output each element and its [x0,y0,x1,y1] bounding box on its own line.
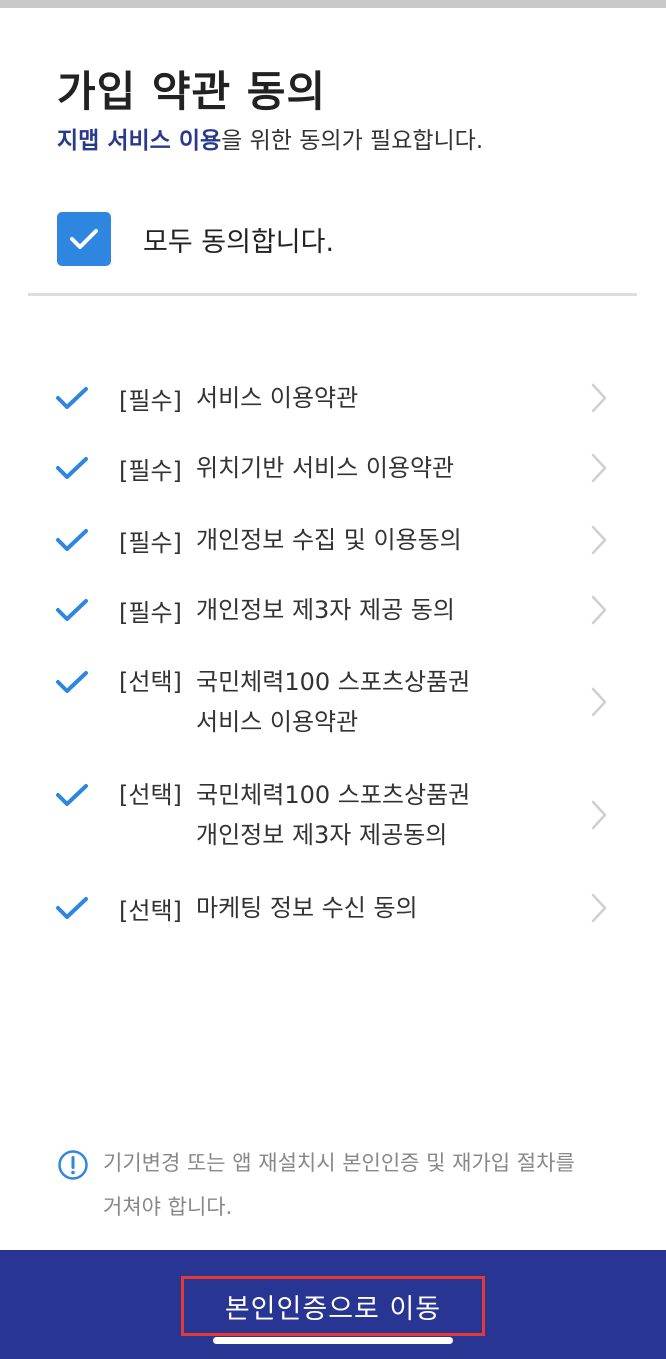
term-name: 마케팅 정보 수신 동의 [196,894,418,922]
chevron-right-icon [591,383,607,413]
page-subtitle: 지맵 서비스 이용을 위한 동의가 필요합니다. [57,121,483,155]
check-icon [55,598,89,622]
check-icon [55,456,89,480]
term-item-location[interactable]: [필수] 위치기반 서비스 이용약관 [55,448,615,488]
bottom-action-bar: 본인인증으로 이동 [0,1250,666,1359]
term-name: 위치기반 서비스 이용약관 [196,454,455,482]
divider [28,293,637,296]
term-tag: [필수] [119,456,182,485]
notice: 기기변경 또는 앱 재설치시 본인인증 및 재가입 절차를 거쳐야 합니다. [57,1141,597,1229]
check-icon [55,896,89,920]
term-item-marketing[interactable]: [선택] 마케팅 정보 수신 동의 [55,888,615,928]
home-indicator [213,1337,453,1344]
term-item-service[interactable]: [필수] 서비스 이용약관 [55,378,615,418]
verify-identity-button[interactable]: 본인인증으로 이동 [181,1276,485,1336]
term-name: 서비스 이용약관 [196,384,359,412]
term-tag: [선택] [119,896,182,925]
chevron-right-icon [591,595,607,625]
term-item-sports-voucher-privacy[interactable]: [선택] 국민체력100 스포츠상품권 개인정보 제3자 제공동의 [55,775,615,855]
info-circle-icon [57,1149,89,1181]
notice-text: 기기변경 또는 앱 재설치시 본인인증 및 재가입 절차를 거쳐야 합니다. [103,1151,575,1219]
chevron-right-icon [591,893,607,923]
term-tag: [필수] [119,386,182,415]
check-icon [55,662,89,702]
term-name: 국민체력100 스포츠상품권 개인정보 제3자 제공동의 [196,781,471,849]
term-name: 국민체력100 스포츠상품권 서비스 이용약관 [196,668,471,736]
chevron-right-icon [591,453,607,483]
term-item-privacy-collect[interactable]: [필수] 개인정보 수집 및 이용동의 [55,520,615,560]
check-icon [55,775,89,815]
term-name: 개인정보 제3자 제공 동의 [196,596,455,624]
page-title: 가입 약관 동의 [57,67,327,116]
term-item-sports-voucher-service[interactable]: [선택] 국민체력100 스포츠상품권 서비스 이용약관 [55,662,615,742]
check-icon [55,386,89,410]
check-icon [55,528,89,552]
verify-identity-button-label: 본인인증으로 이동 [224,1293,442,1325]
checkbox-checked-icon [57,212,111,266]
term-tag: [필수] [119,598,182,627]
agree-all-label: 모두 동의합니다. [143,226,335,258]
term-name: 개인정보 수집 및 이용동의 [196,526,462,554]
subtitle-text: 을 위한 동의가 필요합니다. [221,128,484,154]
chevron-right-icon [591,687,607,717]
chevron-right-icon [591,800,607,830]
status-bar-edge [0,0,666,8]
term-tag: [선택] [119,781,182,809]
term-item-privacy-third-party[interactable]: [필수] 개인정보 제3자 제공 동의 [55,590,615,630]
agree-all-checkbox[interactable]: 모두 동의합니다. [57,212,577,266]
term-tag: [필수] [119,528,182,557]
term-tag: [선택] [119,668,182,696]
subtitle-highlight: 지맵 서비스 이용 [57,128,222,154]
chevron-right-icon [591,525,607,555]
